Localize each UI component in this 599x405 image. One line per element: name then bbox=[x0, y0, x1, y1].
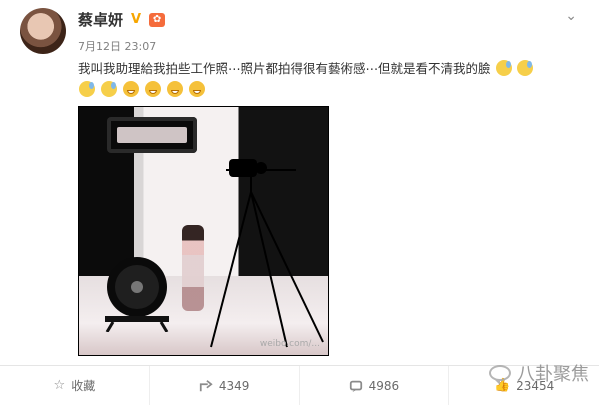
weibo-post-card: 蔡卓妍 V ✿ ⌄ 7月12日 23:07 我叫我助理給我拍些工作照⋯照片都拍得… bbox=[0, 0, 599, 405]
sweat-emoji-icon bbox=[100, 81, 117, 97]
laugh-emoji-icon bbox=[122, 81, 139, 97]
laugh-emoji-icon bbox=[144, 81, 161, 97]
collect-label: 收藏 bbox=[71, 379, 96, 393]
vip-icon: ✿ bbox=[149, 12, 166, 27]
comment-count: 4986 bbox=[368, 378, 400, 393]
sweat-emoji-icon bbox=[495, 60, 512, 76]
photo-softbox bbox=[107, 117, 197, 153]
photo-watermark: weibo.com/... bbox=[259, 339, 320, 349]
sweat-emoji-icon bbox=[79, 81, 95, 97]
verified-icon: V bbox=[130, 11, 142, 27]
comment-icon bbox=[349, 379, 363, 393]
avatar[interactable] bbox=[20, 8, 66, 54]
comment-button[interactable]: 4986 bbox=[300, 366, 450, 405]
laugh-emoji-icon bbox=[188, 81, 205, 97]
user-name[interactable]: 蔡卓妍 bbox=[78, 9, 123, 30]
repost-button[interactable]: 4349 bbox=[150, 366, 300, 405]
post-header: 蔡卓妍 V ✿ bbox=[78, 9, 166, 30]
sweat-emoji-icon bbox=[517, 60, 534, 76]
post-text-content: 我叫我助理給我拍些工作照⋯照片都拍得很有藝術感⋯但就是看不清我的臉 bbox=[78, 61, 491, 76]
post-timestamp[interactable]: 7月12日 23:07 bbox=[78, 38, 156, 54]
collect-button[interactable]: ☆ 收藏 bbox=[0, 366, 150, 405]
laugh-emoji-icon bbox=[166, 81, 183, 97]
share-icon bbox=[199, 379, 213, 393]
post-photo[interactable]: weibo.com/... bbox=[78, 106, 329, 356]
more-options-chevron-down-icon[interactable]: ⌄ bbox=[565, 8, 577, 24]
post-text: 我叫我助理給我拍些工作照⋯照片都拍得很有藝術感⋯但就是看不清我的臉 bbox=[78, 58, 583, 100]
star-icon: ☆ bbox=[53, 378, 66, 393]
brand-text: 八卦聚焦 bbox=[517, 364, 589, 385]
photo-tripod bbox=[210, 159, 324, 348]
brand-bubble-icon bbox=[489, 365, 511, 385]
repost-count: 4349 bbox=[218, 378, 250, 393]
brand-watermark: 八卦聚焦 bbox=[489, 360, 589, 386]
photo-fan-light bbox=[105, 257, 169, 332]
